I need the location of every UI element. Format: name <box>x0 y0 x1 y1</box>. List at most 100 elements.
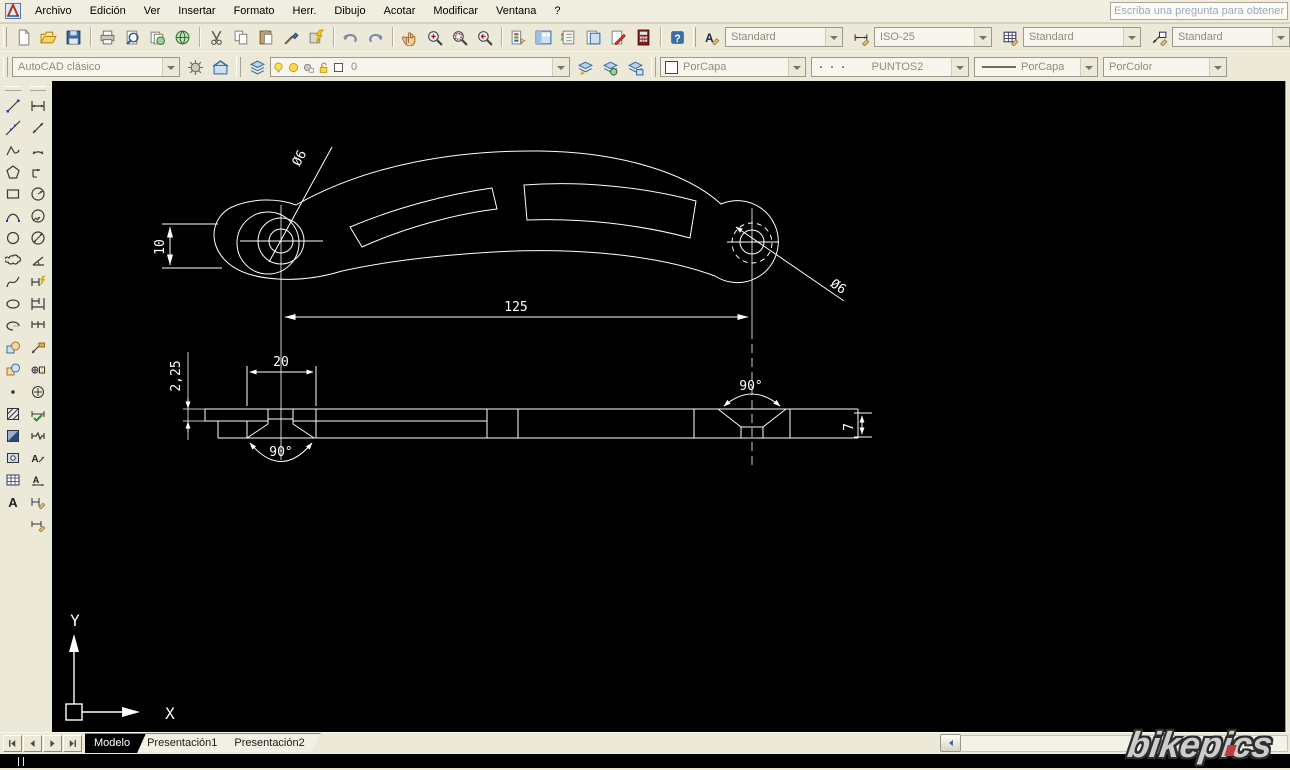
gradient-icon[interactable] <box>2 425 24 447</box>
dim-arc-length-icon[interactable] <box>27 139 49 161</box>
dim-style-icon[interactable] <box>27 513 49 535</box>
tabnav-first-button[interactable] <box>3 734 22 752</box>
mtext-icon[interactable]: A <box>2 491 24 513</box>
toolbar-grip[interactable] <box>3 57 8 77</box>
tabnav-last-button[interactable] <box>63 734 82 752</box>
toolbar-grip[interactable] <box>4 86 21 91</box>
chevron-down-icon[interactable] <box>1209 58 1226 76</box>
dim-continue-icon[interactable] <box>27 315 49 337</box>
multileader-style-combo[interactable]: Standard <box>1172 27 1290 47</box>
tolerance-icon[interactable]: 1 <box>27 359 49 381</box>
region-icon[interactable] <box>2 447 24 469</box>
model-space-canvas[interactable]: 125 10 Ø6 Ø6 20 2,25 90° 90° 7 Y X <box>52 81 1285 732</box>
hatch-icon[interactable] <box>2 403 24 425</box>
circle-icon[interactable] <box>2 227 24 249</box>
tab-presentación1[interactable]: Presentación1 <box>138 733 233 753</box>
point-icon[interactable] <box>2 381 24 403</box>
menu-acotar[interactable]: Acotar <box>375 1 425 21</box>
spline-icon[interactable] <box>2 271 24 293</box>
open-icon[interactable] <box>36 25 61 50</box>
workspace-settings-gear-icon[interactable] <box>183 55 208 80</box>
menu-modificar[interactable]: Modificar <box>424 1 487 21</box>
dim-quick-icon[interactable] <box>27 271 49 293</box>
block-editor-icon[interactable] <box>304 25 329 50</box>
publish-web-icon[interactable] <box>170 25 195 50</box>
quickcalc-icon[interactable] <box>631 25 656 50</box>
match-properties-icon[interactable] <box>279 25 304 50</box>
dim-style-combo[interactable]: ISO-25 <box>874 27 992 47</box>
sheet-set-manager-icon[interactable] <box>581 25 606 50</box>
help-search-input[interactable] <box>1110 2 1288 20</box>
menu--[interactable]: ? <box>545 1 569 21</box>
linetype-combo[interactable]: PUNTOS2 <box>811 57 969 77</box>
dim-radius-icon[interactable] <box>27 183 49 205</box>
menu-edici-n[interactable]: Edición <box>81 1 135 21</box>
layer-states-manager-icon[interactable] <box>598 55 623 80</box>
toolbar-grip[interactable] <box>236 57 241 77</box>
workspace-combo[interactable]: AutoCAD clásico <box>12 57 180 77</box>
sun-icon[interactable] <box>286 60 301 75</box>
text-style-icon[interactable]: A <box>700 25 725 50</box>
zoom-window-icon[interactable] <box>447 25 472 50</box>
zoom-realtime-icon[interactable] <box>422 25 447 50</box>
menu-ver[interactable]: Ver <box>135 1 170 21</box>
dim-ordinate-icon[interactable] <box>27 161 49 183</box>
construction-line-icon[interactable] <box>2 117 24 139</box>
chevron-down-icon[interactable] <box>552 58 569 76</box>
chevron-down-icon[interactable] <box>788 58 805 76</box>
chevron-down-icon[interactable] <box>162 58 179 76</box>
cut-icon[interactable] <box>204 25 229 50</box>
chevron-down-icon[interactable] <box>1123 28 1140 46</box>
lock-open-icon[interactable] <box>316 60 331 75</box>
command-window-grip[interactable] <box>18 757 24 766</box>
menu-insertar[interactable]: Insertar <box>169 1 224 21</box>
tabnav-previous-button[interactable] <box>23 734 42 752</box>
toolbar-grip[interactable] <box>3 27 7 47</box>
tabnav-next-button[interactable] <box>43 734 62 752</box>
plotgear-icon[interactable] <box>301 60 316 75</box>
zoom-previous-icon[interactable] <box>472 25 497 50</box>
menu-dibujo[interactable]: Dibujo <box>325 1 374 21</box>
dim-edit-icon[interactable]: A <box>27 447 49 469</box>
dim-text-edit-icon[interactable]: A <box>27 469 49 491</box>
properties-icon[interactable] <box>506 25 531 50</box>
dim-inspect-icon[interactable] <box>27 403 49 425</box>
dim-angular-icon[interactable] <box>27 249 49 271</box>
publish-icon[interactable] <box>145 25 170 50</box>
menu-ventana[interactable]: Ventana <box>487 1 545 21</box>
dim-aligned-icon[interactable] <box>27 117 49 139</box>
plot-style-combo[interactable]: PorColor <box>1103 57 1227 77</box>
rectangle-icon[interactable] <box>2 183 24 205</box>
dim-baseline-icon[interactable] <box>27 293 49 315</box>
layer-previous-icon[interactable] <box>573 55 598 80</box>
chevron-down-icon[interactable] <box>825 28 842 46</box>
color-combo[interactable]: PorCapa <box>660 57 806 77</box>
help-icon[interactable]: ? <box>665 25 690 50</box>
save-icon[interactable] <box>61 25 86 50</box>
polyline-icon[interactable] <box>2 139 24 161</box>
plot-preview-icon[interactable] <box>120 25 145 50</box>
multileader-style-icon[interactable] <box>1147 25 1172 50</box>
toolbar-grip[interactable] <box>29 86 46 91</box>
menu-archivo[interactable]: Archivo <box>26 1 81 21</box>
arc-icon[interactable] <box>2 205 24 227</box>
tool-palettes-icon[interactable] <box>556 25 581 50</box>
chevron-down-icon[interactable] <box>974 28 991 46</box>
pan-icon[interactable] <box>397 25 422 50</box>
line-icon[interactable] <box>2 95 24 117</box>
table-icon[interactable] <box>2 469 24 491</box>
make-block-icon[interactable] <box>2 359 24 381</box>
scroll-left-button[interactable] <box>940 734 961 752</box>
plot-icon[interactable] <box>95 25 120 50</box>
paste-icon[interactable] <box>254 25 279 50</box>
text-style-combo[interactable]: Standard <box>725 27 843 47</box>
tab-modelo[interactable]: Modelo <box>85 733 146 753</box>
polygon-icon[interactable] <box>2 161 24 183</box>
menu-formato[interactable]: Formato <box>225 1 284 21</box>
chevron-down-icon[interactable] <box>1272 28 1289 46</box>
qnew-icon[interactable] <box>11 25 36 50</box>
quick-leader-icon[interactable] <box>27 337 49 359</box>
designcenter-icon[interactable] <box>531 25 556 50</box>
command-line-strip[interactable] <box>0 752 1290 770</box>
layers-icon[interactable] <box>245 55 270 80</box>
